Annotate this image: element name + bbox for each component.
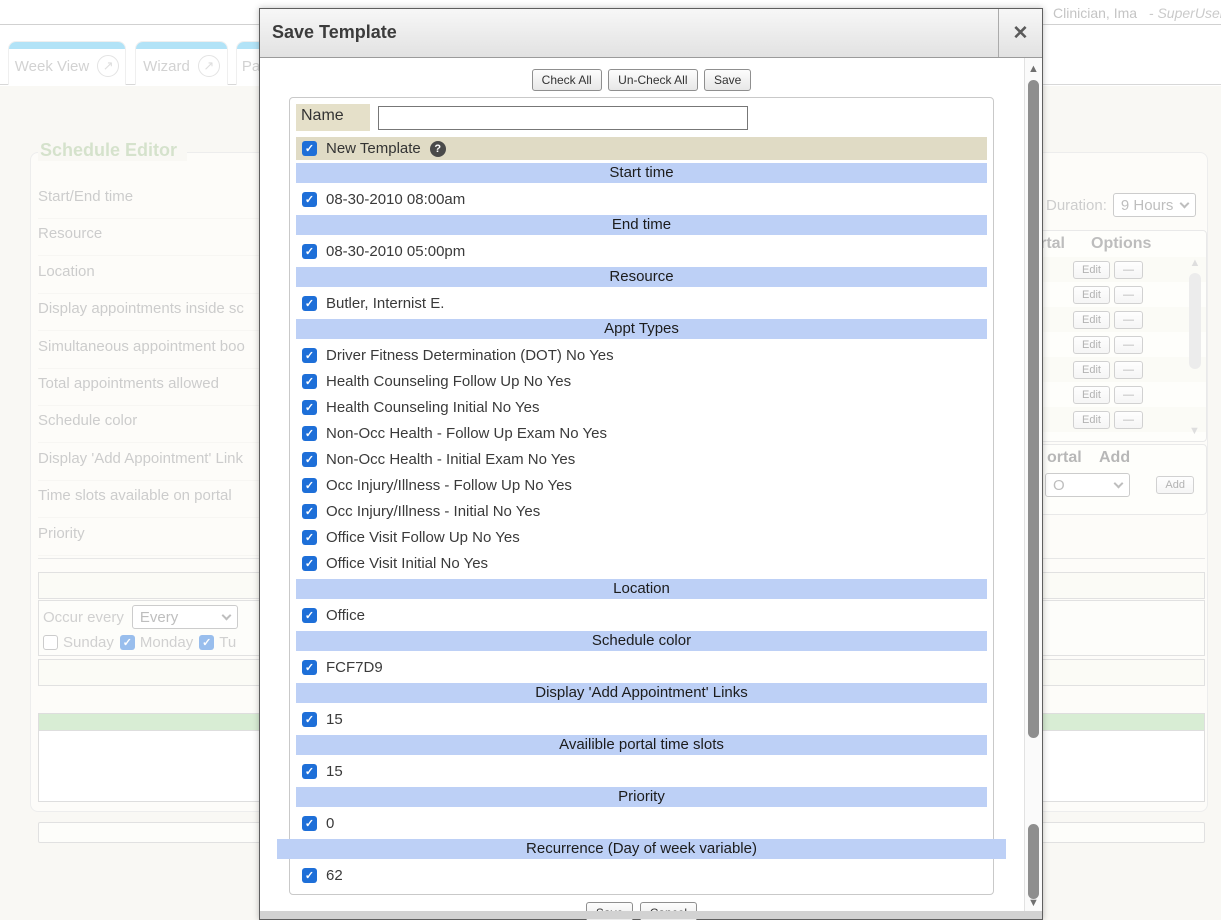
dialog-body: Check All Un-Check All Save Name ✓ New T… [260,58,1024,919]
template-item-row: ✓ Non-Occ Health - Initial Exam No Yes [296,446,987,472]
template-item-row: ✓ Office Visit Follow Up No Yes [296,524,987,550]
checkbox[interactable]: ✓ [302,452,317,467]
item-label: FCF7D9 [326,659,383,676]
new-template-label: New Template [326,140,421,157]
item-label: Office Visit Follow Up No Yes [326,529,520,546]
dialog-scrollbar-thumb[interactable] [1028,80,1039,738]
checkbox[interactable]: ✓ [302,868,317,883]
checkbox[interactable]: ✓ [302,244,317,259]
item-label: 08-30-2010 08:00am [326,191,465,208]
item-label: 15 [326,763,343,780]
template-item-row: ✓ 08-30-2010 05:00pm [296,238,987,264]
checkbox[interactable]: ✓ [302,764,317,779]
checkbox[interactable]: ✓ [302,816,317,831]
section-header: Schedule color [296,631,987,651]
section-header: Priority [296,787,987,807]
close-icon[interactable]: ✕ [998,9,1042,57]
checkbox[interactable]: ✓ [302,660,317,675]
item-label: 62 [326,867,343,884]
checkbox[interactable]: ✓ [302,608,317,623]
item-label: 0 [326,815,334,832]
template-fields-box: Name ✓ New Template ? Start time ✓ 08-30-2… [289,97,994,895]
item-label: Occ Injury/Illness - Initial No Yes [326,503,540,520]
checkbox[interactable]: ✓ [302,348,317,363]
item-label: 08-30-2010 05:00pm [326,243,465,260]
help-icon[interactable]: ? [430,141,446,157]
section-header: End time [296,215,987,235]
dialog-horizontal-scrollbar[interactable] [260,911,1042,919]
item-label: Butler, Internist E. [326,295,444,312]
inner-scrollbar-thumb[interactable] [1028,824,1039,899]
new-template-checkbox[interactable]: ✓ [302,141,317,156]
new-template-row: ✓ New Template ? [296,137,987,160]
section-header: Start time [296,163,987,183]
save-template-dialog: Save Template ✕ Check All Un-Check All S… [259,8,1043,920]
save-button-top[interactable]: Save [704,69,751,91]
checkbox[interactable]: ✓ [302,530,317,545]
template-item-row: ✓ 08-30-2010 08:00am [296,186,987,212]
template-item-row: ✓ Non-Occ Health - Follow Up Exam No Yes [296,420,987,446]
template-item-row: ✓ FCF7D9 [296,654,987,680]
section-header: Location [296,579,987,599]
scroll-down-icon[interactable]: ▼ [1025,897,1042,909]
item-label: Office Visit Initial No Yes [326,555,488,572]
item-label: Driver Fitness Determination (DOT) No Ye… [326,347,614,364]
template-item-row: ✓ Driver Fitness Determination (DOT) No Y… [296,342,987,368]
template-item-row: ✓ 62 [296,862,987,888]
uncheck-all-button[interactable]: Un-Check All [608,69,697,91]
template-item-row: ✓ 15 [296,758,987,784]
item-label: Health Counseling Initial No Yes [326,399,539,416]
checkbox[interactable]: ✓ [302,478,317,493]
template-item-row: ✓ Butler, Internist E. [296,290,987,316]
scroll-up-icon[interactable]: ▲ [1025,63,1042,75]
check-all-button[interactable]: Check All [532,69,602,91]
checkbox[interactable]: ✓ [302,556,317,571]
dialog-title: Save Template [260,9,998,57]
section-header: Resource [296,267,987,287]
checkbox[interactable]: ✓ [302,504,317,519]
section-header: Recurrence (Day of week variable) [277,839,1006,859]
template-item-row: ✓ Office Visit Initial No Yes [296,550,987,576]
template-item-row: ✓0 [296,810,987,836]
checkbox[interactable]: ✓ [302,712,317,727]
checkbox[interactable]: ✓ [302,192,317,207]
item-label: Non-Occ Health - Initial Exam No Yes [326,451,575,468]
template-item-row: ✓ 15 [296,706,987,732]
section-header: Appt Types [296,319,987,339]
checkbox[interactable]: ✓ [302,296,317,311]
template-item-row: ✓ Occ Injury/Illness - Initial No Yes [296,498,987,524]
template-item-row: ✓ Occ Injury/Illness - Follow Up No Yes [296,472,987,498]
template-item-row: ✓ Health Counseling Initial No Yes [296,394,987,420]
item-label: Occ Injury/Illness - Follow Up No Yes [326,477,572,494]
section-header: Display 'Add Appointment' Links [296,683,987,703]
checkbox[interactable]: ✓ [302,426,317,441]
name-label: Name [296,104,370,131]
item-label: Health Counseling Follow Up No Yes [326,373,571,390]
item-label: 15 [326,711,343,728]
template-name-input[interactable] [378,106,748,130]
section-header: Availible portal time slots [296,735,987,755]
template-item-row: ✓ Health Counseling Follow Up No Yes [296,368,987,394]
checkbox[interactable]: ✓ [302,400,317,415]
template-item-row: ✓ Office [296,602,987,628]
item-label: Non-Occ Health - Follow Up Exam No Yes [326,425,607,442]
checkbox[interactable]: ✓ [302,374,317,389]
dialog-scrollbar[interactable]: ▲ ▼ [1024,58,1042,919]
dialog-title-bar: Save Template ✕ [260,9,1042,58]
item-label: Office [326,607,365,624]
